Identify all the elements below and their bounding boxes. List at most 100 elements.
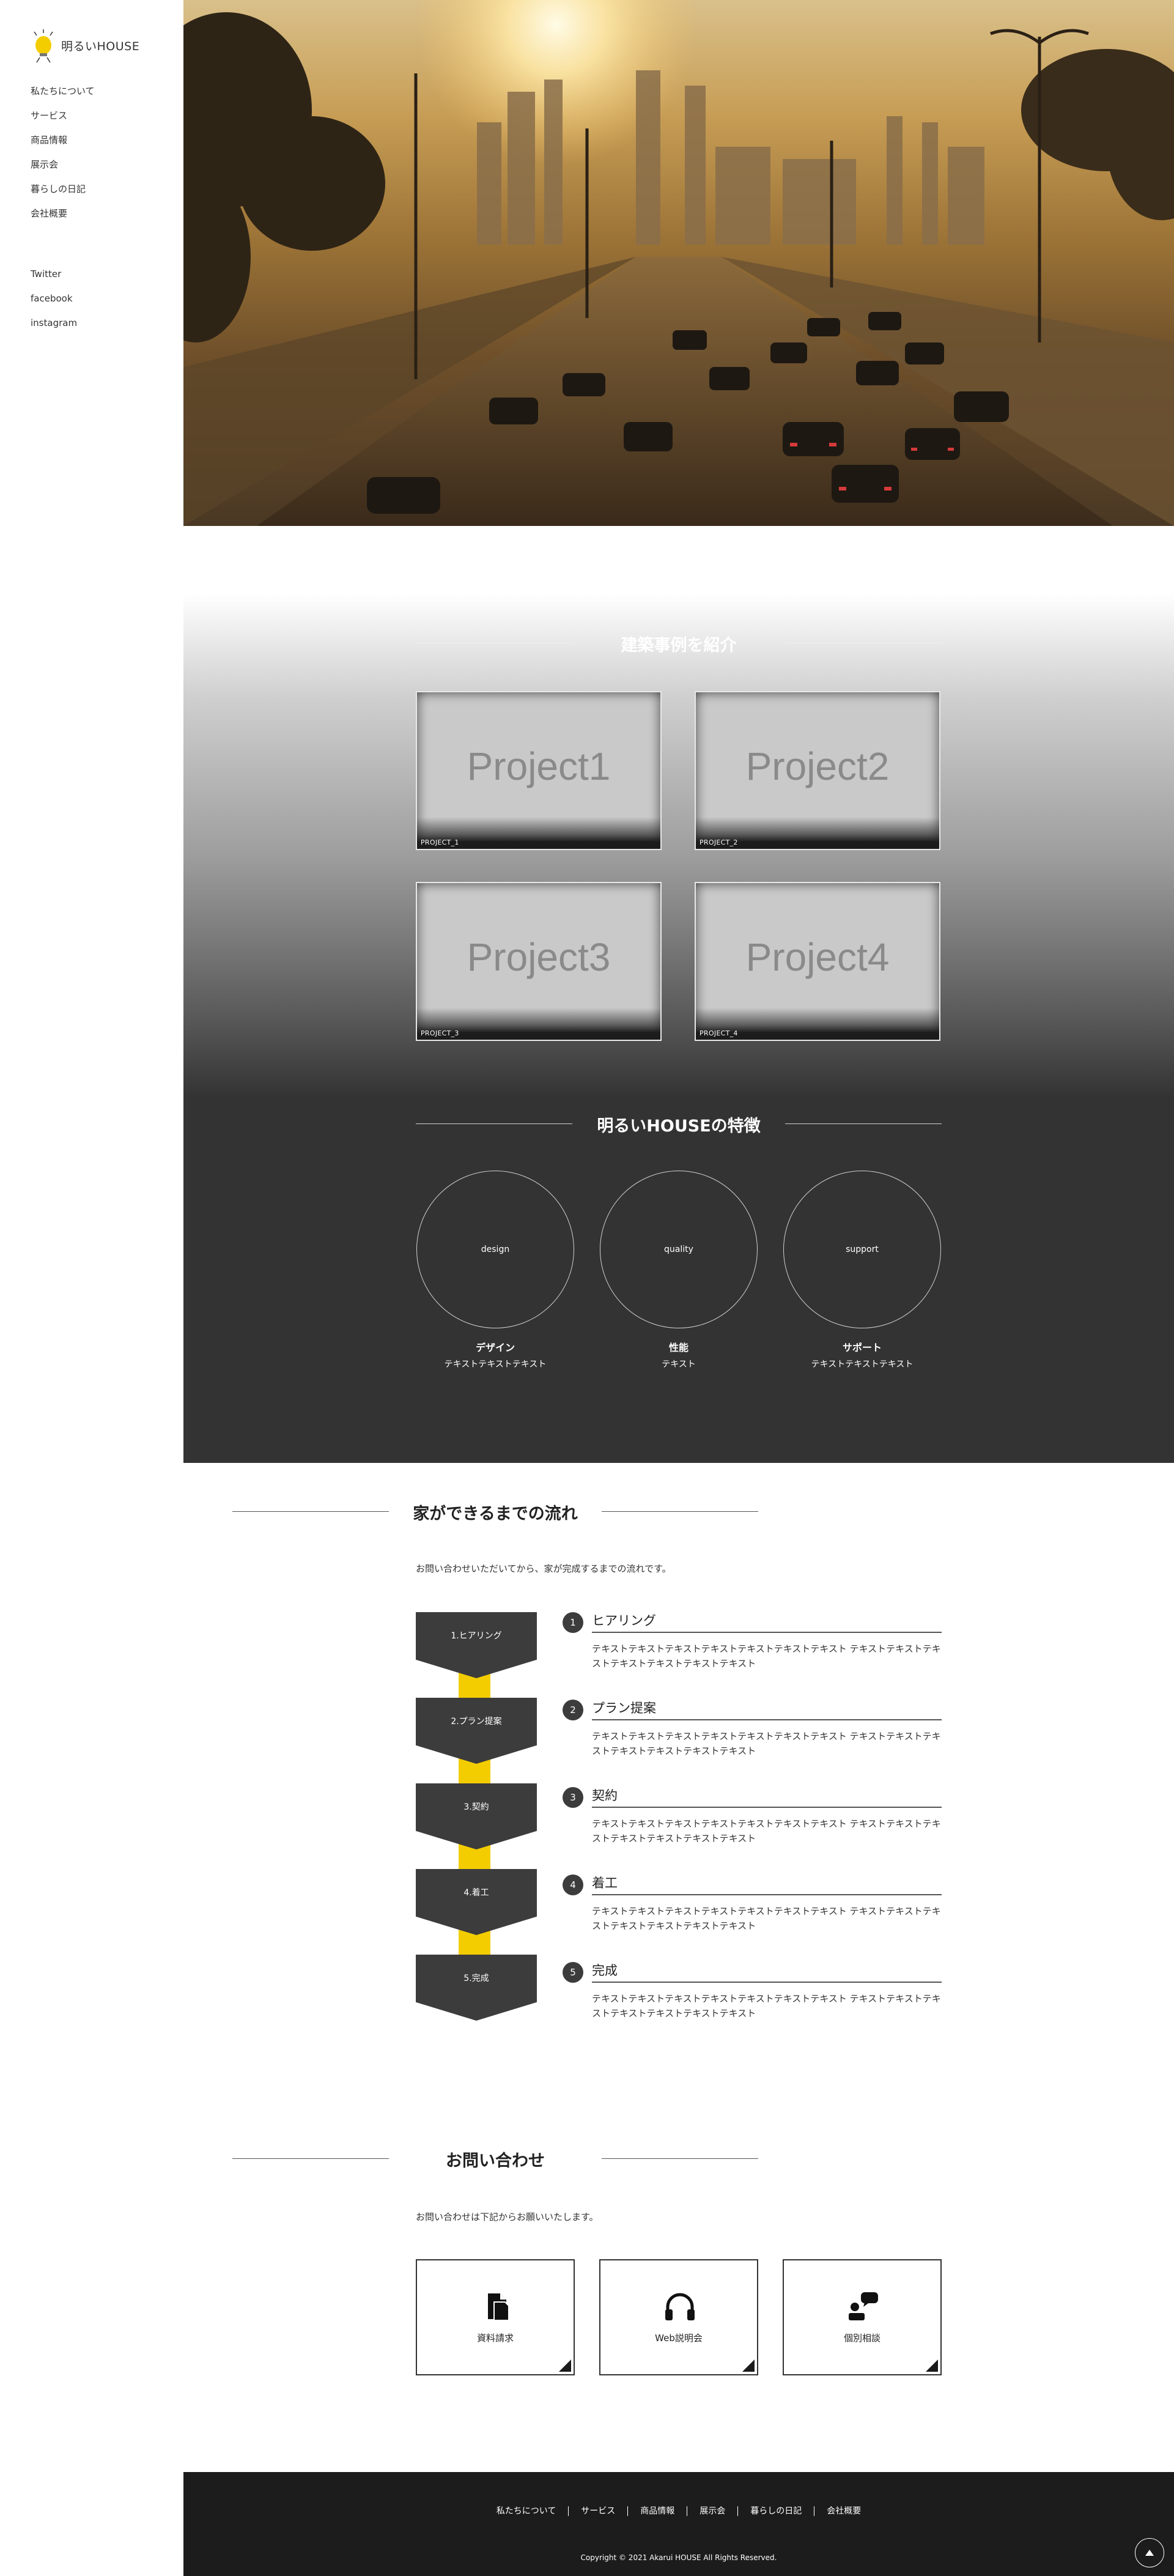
arrow-up-icon [1145,2550,1154,2556]
works-title: 建築事例を紹介 [621,635,737,655]
project-title: Project3 [467,935,611,979]
heading-line [232,1511,389,1512]
footer-link-products[interactable]: 商品情報 [627,2506,687,2516]
light-bulb-icon [34,29,53,63]
contact-label: Web説明会 [655,2333,703,2344]
city-highway-sunset-photo [183,0,1174,526]
footer-link-exhibition[interactable]: 展示会 [687,2506,737,2516]
contact-label: 資料請求 [476,2333,514,2344]
step-number: 5 [563,1962,583,1983]
step-title: 契約 [592,1786,942,1808]
step-number: 2 [563,1700,583,1720]
footer-nav: 私たちについて サービス 商品情報 展示会 暮らしの日記 会社概要 [183,2506,1174,2516]
step-text: テキストテキストテキストテキストテキストテキストテキスト テキストテキストテキス… [592,1643,941,1669]
footer-link-about[interactable]: 私たちについて [484,2506,569,2516]
project-card-3[interactable]: Project3 PROJECT_3 [416,882,662,1041]
flow-step-badge-4: 4.着工 [416,1869,537,1935]
headphones-icon [665,2293,695,2320]
features-heading: 明るいHOUSEの特徴 [416,1112,942,1136]
heading-line [416,1123,572,1124]
flow-step-badge-1: 1.ヒアリング [416,1612,537,1678]
step-text: テキストテキストテキストテキストテキストテキストテキスト テキストテキストテキス… [592,1818,941,1844]
project-title: Project1 [467,744,611,788]
nav-item-exhibition[interactable]: 展示会 [31,158,95,182]
heading-line [602,2158,758,2159]
step-badge-label: 1.ヒアリング [451,1631,502,1641]
flow-step-5: 5 完成 テキストテキストテキストテキストテキストテキストテキスト テキストテキス… [563,1961,942,2021]
step-text: テキストテキストテキストテキストテキストテキストテキスト テキストテキストテキス… [592,1993,941,2019]
step-title: 完成 [592,1961,942,1983]
logo-text: 明るいHOUSE [61,39,140,53]
footer-link-service[interactable]: サービス [568,2506,627,2516]
step-title: 着工 [592,1873,942,1895]
contact-heading: お問い合わせ [232,2147,758,2171]
project-label: PROJECT_4 [700,1029,738,1037]
flow-step-2: 2 プラン提案 テキストテキストテキストテキストテキストテキストテキスト テキスト… [563,1698,942,1758]
step-number: 3 [563,1787,583,1808]
nav-item-service[interactable]: サービス [31,109,95,133]
feature-circle: quality [600,1171,758,1328]
footer-link-diary[interactable]: 暮らしの日記 [737,2506,814,2516]
social-links: Twitter facebook instagram [31,267,77,341]
contact-title: お問い合わせ [446,2151,545,2171]
social-link-twitter[interactable]: Twitter [31,267,77,292]
project-label: PROJECT_2 [700,838,738,846]
works-section: 建築事例を紹介 Project1 PROJECT_1 Project2 PROJ… [183,593,1174,1463]
flow-step-3: 3 契約 テキストテキストテキストテキストテキストテキストテキスト テキストテキス… [563,1786,942,1846]
step-title: ヒアリング [592,1611,942,1633]
step-badge-label: 5.完成 [463,1974,489,1983]
step-text: テキストテキストテキストテキストテキストテキストテキスト テキストテキストテキス… [592,1906,941,1931]
corner-arrow-icon [559,2359,571,2372]
project-card-2[interactable]: Project2 PROJECT_2 [695,691,940,850]
step-title: プラン提案 [592,1698,942,1720]
nav-item-company[interactable]: 会社概要 [31,207,95,231]
project-label: PROJECT_1 [421,838,459,846]
flow-step-badge-3: 3.契約 [416,1783,537,1849]
step-badge-label: 3.契約 [463,1802,489,1812]
flow-intro: お問い合わせいただいてから、家が完成するまでの流れです。 [416,1563,671,1574]
step-number: 4 [563,1875,583,1895]
feature-title: 性能 [668,1342,689,1353]
flow-step-badge-5: 5.完成 [416,1955,537,2021]
step-number: 1 [563,1612,583,1633]
contact-web-seminar-button[interactable]: Web説明会 [599,2259,758,2375]
hero-image [183,0,1174,526]
nav-item-about[interactable]: 私たちについて [31,84,95,109]
social-link-facebook[interactable]: facebook [31,292,77,316]
back-to-top-button[interactable] [1135,2538,1164,2567]
nav-item-products[interactable]: 商品情報 [31,133,95,158]
sidebar: 明るいHOUSE 私たちについて サービス 商品情報 展示会 暮らしの日記 会社… [0,0,183,2576]
site-logo[interactable]: 明るいHOUSE [31,27,139,64]
flow-step-4: 4 着工 テキストテキストテキストテキストテキストテキストテキスト テキストテキス… [563,1873,942,1933]
features-title: 明るいHOUSEの特徴 [597,1116,761,1136]
corner-arrow-icon [926,2359,938,2372]
project-title: Project2 [745,744,890,788]
project-card-4[interactable]: Project4 PROJECT_4 [695,882,940,1041]
contact-consultation-button[interactable]: 個別相談 [783,2259,942,2375]
flow-heading: 家ができるまでの流れ [232,1500,758,1524]
copyright-text: Copyright © 2021 Akarui HOUSE All Rights… [580,2553,777,2562]
step-badge-label: 2.プラン提案 [451,1717,502,1727]
works-heading: 建築事例を紹介 [416,631,942,656]
flow-step-badge-2: 2.プラン提案 [416,1698,537,1764]
heading-line [232,2158,389,2159]
feature-support: support サポート テキストテキストテキスト [783,1171,942,1370]
contact-request-docs-button[interactable]: 資料請求 [416,2259,575,2375]
feature-circle: support [783,1171,941,1328]
social-link-instagram[interactable]: instagram [31,316,77,341]
contact-label: 個別相談 [843,2333,880,2344]
footer-link-company[interactable]: 会社概要 [814,2506,873,2516]
feature-title: サポート [842,1342,882,1353]
flow-step-1: 1 ヒアリング テキストテキストテキストテキストテキストテキストテキスト テキスト… [563,1611,942,1671]
feature-circle: design [416,1171,574,1328]
feature-title: デザイン [475,1342,515,1353]
consultation-icon [849,2292,878,2320]
feature-text: テキスト [662,1360,696,1369]
feature-design: design デザイン テキストテキストテキスト [416,1171,575,1370]
project-card-1[interactable]: Project1 PROJECT_1 [416,691,662,850]
feature-quality: quality 性能 テキスト [599,1171,758,1370]
nav-item-diary[interactable]: 暮らしの日記 [31,182,95,207]
footer: 私たちについて サービス 商品情報 展示会 暮らしの日記 会社概要 Copyri… [183,2472,1174,2576]
corner-arrow-icon [742,2359,755,2372]
project-label: PROJECT_3 [421,1029,459,1037]
